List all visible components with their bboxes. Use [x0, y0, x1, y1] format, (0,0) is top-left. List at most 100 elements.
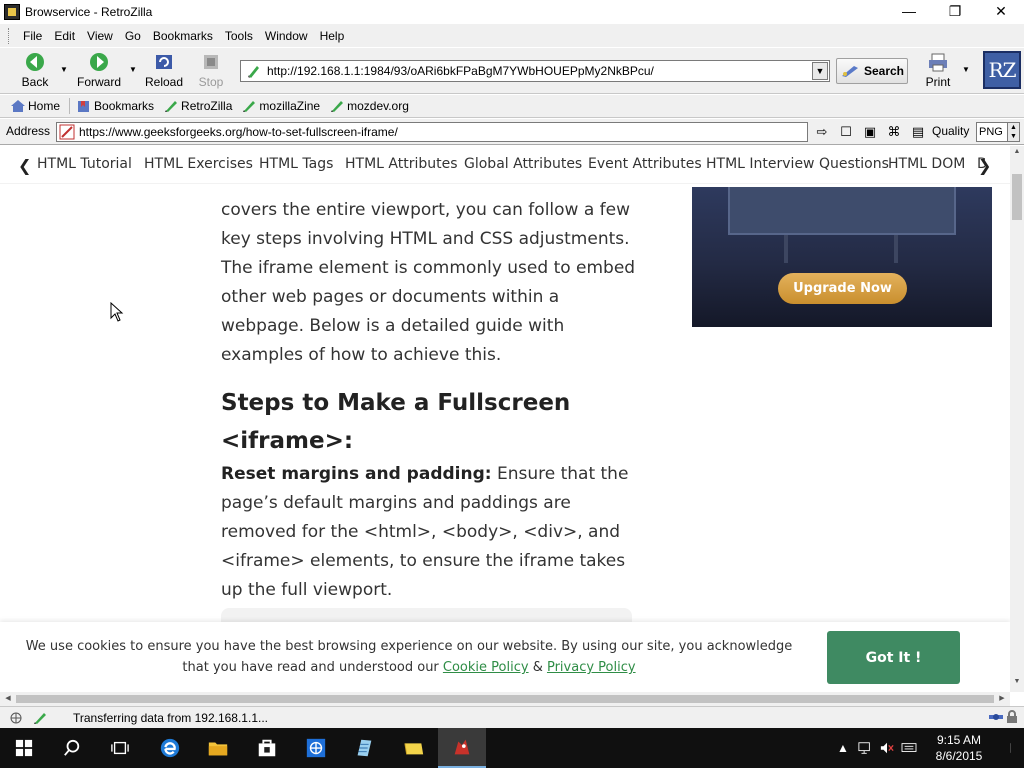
url-dropdown-icon[interactable]: ▼	[812, 62, 828, 80]
menu-help[interactable]: Help	[314, 29, 351, 43]
message-keyboard-icon	[901, 743, 917, 752]
menu-tools[interactable]: Tools	[219, 29, 259, 43]
find-binoculars-icon[interactable]: ⌘	[884, 123, 904, 141]
address-label: Address	[6, 124, 51, 138]
scroll-right-icon[interactable]: ▶	[996, 694, 1008, 704]
windows-logo-icon	[15, 739, 33, 757]
bookmark-bookmarks[interactable]: Bookmarks	[76, 99, 154, 113]
clipboard-icon[interactable]: ▤	[908, 123, 928, 141]
quality-select[interactable]: PNG ▲ ▼	[976, 122, 1020, 142]
horizontal-scrollbar[interactable]: ◀ ▶	[0, 692, 1010, 706]
taskbar-store[interactable]	[243, 728, 291, 768]
notepad-icon	[357, 739, 372, 757]
cookie-policy-link[interactable]: Cookie Policy	[443, 660, 529, 675]
stop-button[interactable]: Stop	[184, 51, 238, 91]
menu-go[interactable]: Go	[119, 29, 147, 43]
mouse-cursor-icon	[110, 302, 124, 322]
forward-button[interactable]: Forward	[72, 51, 126, 91]
maximize-button[interactable]: ❐	[932, 0, 978, 22]
menu-file[interactable]: File	[17, 29, 48, 43]
page-view-icon[interactable]: ▣	[860, 123, 880, 141]
print-button[interactable]: Print	[918, 51, 958, 91]
scroll-up-icon[interactable]: ▲	[1012, 148, 1022, 160]
open-folder-icon	[404, 743, 424, 755]
taskbar-file-explorer[interactable]	[194, 728, 242, 768]
url-bar[interactable]: http://192.168.1.1:1984/93/oARi6bkFPaBgM…	[240, 60, 830, 82]
taskbar-folder-app[interactable]	[390, 728, 438, 768]
network-icon[interactable]	[854, 728, 876, 768]
scroll-left-icon[interactable]: ◀	[2, 694, 14, 704]
task-view-icon	[111, 741, 129, 755]
insecure-site-icon	[59, 124, 75, 140]
vertical-scroll-thumb[interactable]	[1012, 174, 1022, 220]
system-tray: ▲ 9:15 AM 8/6/2015	[832, 728, 1024, 768]
back-button[interactable]: Back	[8, 51, 62, 91]
nav-html-tutorial[interactable]: HTML Tutorial	[37, 156, 132, 172]
keyboard-icon[interactable]	[898, 728, 920, 768]
nav-html-exercises[interactable]: HTML Exercises	[144, 156, 253, 172]
taskbar-edge[interactable]	[146, 728, 194, 768]
nav-html-interview-questions[interactable]: HTML Interview Questions	[706, 156, 889, 172]
search-icon	[64, 739, 80, 756]
bookmark-mozillazine[interactable]: mozillaZine	[241, 99, 320, 113]
nav-global-attributes[interactable]: Global Attributes	[464, 156, 582, 172]
horizontal-scroll-thumb[interactable]	[16, 695, 994, 703]
taskbar-network-app[interactable]	[292, 728, 340, 768]
forward-dropdown-icon[interactable]: ▼	[129, 66, 137, 74]
bookmark-page-icon[interactable]: ☐	[836, 123, 856, 141]
bookmark-home-label: Home	[28, 99, 61, 113]
back-dropdown-icon[interactable]: ▼	[60, 66, 68, 74]
tray-overflow-icon[interactable]: ▲	[832, 728, 854, 768]
menu-view[interactable]: View	[81, 29, 119, 43]
show-desktop-button[interactable]	[998, 740, 1024, 756]
network-monitor-icon	[858, 742, 870, 754]
menu-bookmarks[interactable]: Bookmarks	[147, 29, 219, 43]
clock-time: 9:15 AM	[936, 733, 982, 747]
task-view-button[interactable]	[96, 728, 144, 768]
nav-html-attributes[interactable]: HTML Attributes	[345, 156, 458, 172]
lock-icon[interactable]	[1004, 710, 1020, 724]
taskbar-search[interactable]	[48, 728, 96, 768]
print-label: Print	[925, 75, 951, 89]
status-bar: Transferring data from 192.168.1.1...	[0, 706, 1024, 728]
bookmark-mozdev[interactable]: mozdev.org	[329, 99, 409, 113]
reload-icon	[156, 55, 172, 69]
minimize-button[interactable]: —	[886, 0, 932, 22]
bookmark-home[interactable]: Home	[10, 99, 60, 113]
menu-window[interactable]: Window	[259, 29, 314, 43]
toolbar-grip[interactable]	[8, 27, 11, 44]
security-status-icon[interactable]	[32, 711, 48, 725]
privacy-policy-link[interactable]: Privacy Policy	[547, 660, 636, 675]
print-dropdown-icon[interactable]: ▼	[962, 66, 970, 74]
address-input[interactable]: https://www.geeksforgeeks.org/how-to-set…	[56, 122, 808, 142]
stop-icon	[204, 55, 218, 69]
menu-edit[interactable]: Edit	[48, 29, 81, 43]
online-status-icon[interactable]	[8, 711, 24, 725]
advertisement-banner[interactable]: Upgrade Now	[692, 187, 992, 327]
taskbar-notepad[interactable]	[340, 728, 388, 768]
quality-spinner-icon[interactable]: ▲ ▼	[1007, 123, 1019, 141]
address-url[interactable]: https://www.geeksforgeeks.org/how-to-set…	[79, 125, 398, 139]
taskbar-retrozilla[interactable]	[438, 728, 486, 768]
scroll-down-icon[interactable]: ▼	[1012, 678, 1022, 690]
got-it-button[interactable]: Got It !	[827, 631, 960, 684]
back-label: Back	[21, 75, 49, 89]
volume-muted-icon[interactable]	[876, 728, 898, 768]
taskbar-clock[interactable]: 9:15 AM 8/6/2015	[920, 732, 998, 764]
bookmark-retrozilla[interactable]: RetroZilla	[163, 99, 232, 113]
chevron-left-icon[interactable]: ❮	[18, 156, 31, 175]
upgrade-now-button[interactable]: Upgrade Now	[778, 273, 907, 304]
nav-html-dom[interactable]: HTML DOM	[888, 156, 965, 172]
url-text[interactable]: http://192.168.1.1:1984/93/oARi6bkFPaBgM…	[267, 64, 812, 78]
nav-event-attributes[interactable]: Event Attributes	[588, 156, 702, 172]
close-button[interactable]: ✕	[978, 0, 1024, 22]
search-label: Search	[863, 64, 905, 78]
nav-html-tags[interactable]: HTML Tags	[259, 156, 333, 172]
chevron-right-icon[interactable]: ❯	[978, 156, 991, 175]
retrozilla-logo[interactable]: RZ	[983, 51, 1021, 89]
go-arrow-icon[interactable]: ⇨	[812, 123, 832, 141]
reload-button[interactable]: Reload	[137, 51, 191, 91]
vertical-scrollbar[interactable]: ▲ ▼	[1010, 146, 1024, 692]
start-button[interactable]	[0, 728, 48, 768]
search-button[interactable]: Search	[836, 58, 908, 84]
